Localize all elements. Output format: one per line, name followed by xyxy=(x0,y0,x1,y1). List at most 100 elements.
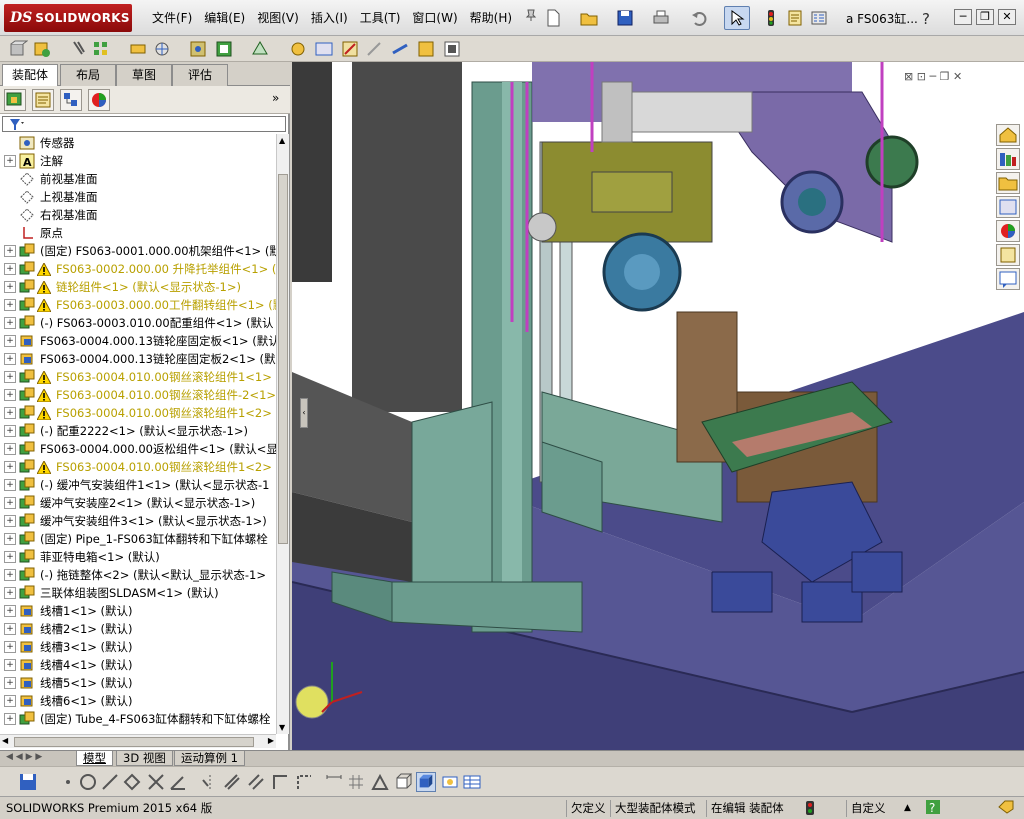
tree-item[interactable]: 原点 xyxy=(0,224,276,242)
mirror-icon[interactable] xyxy=(200,772,220,792)
tab-motion-study[interactable]: 运动算例 1 xyxy=(174,751,245,766)
explode-line-sketch-icon[interactable] xyxy=(340,39,360,59)
view-palette-icon[interactable] xyxy=(996,196,1020,218)
tab-3d-view[interactable]: 3D 视图 xyxy=(116,751,173,766)
units-up-arrow-icon[interactable]: ▲ xyxy=(904,800,911,817)
panel-collapse-handle-icon[interactable]: ‹ xyxy=(300,398,308,428)
expand-plus-icon[interactable]: + xyxy=(4,623,16,635)
expand-plus-icon[interactable]: + xyxy=(4,443,16,455)
tree-item[interactable]: + FS063-0004.010.00钢丝滚轮组件-2<1> (默 xyxy=(0,386,276,404)
options-icon[interactable] xyxy=(806,6,832,30)
tree-item[interactable]: + 线槽4<1> (默认) xyxy=(0,656,276,674)
tree-horizontal-scrollbar[interactable]: ◀ ▶ xyxy=(0,734,276,748)
close-window-icon[interactable]: ✕ xyxy=(998,9,1016,25)
expand-plus-icon[interactable]: + xyxy=(4,155,16,167)
linear-pattern-icon[interactable] xyxy=(92,39,112,59)
reference-geometry-icon[interactable] xyxy=(250,39,270,59)
tree-item[interactable]: + FS063-0004.010.00钢丝滚轮组件1<2> (默 xyxy=(0,404,276,422)
graphics-viewport[interactable]: ‹ xyxy=(292,62,1024,750)
tree-item[interactable]: + FS063-0004.000.13链轮座固定板<1> (默认 xyxy=(0,332,276,350)
expand-plus-icon[interactable]: + xyxy=(4,587,16,599)
menu-window[interactable]: 窗口(W) xyxy=(406,7,463,29)
view-cube-icon[interactable] xyxy=(394,772,414,792)
smart-fasteners-icon[interactable] xyxy=(128,39,148,59)
line-icon[interactable] xyxy=(100,772,120,792)
tree-item[interactable]: + 线槽3<1> (默认) xyxy=(0,638,276,656)
tree-item[interactable]: + FS063-0003.000.00工件翻转组件<1> (默 xyxy=(0,296,276,314)
status-custom-units[interactable]: 自定义 xyxy=(846,800,890,817)
mate-clip-icon[interactable] xyxy=(68,39,88,59)
scroll-down-arrow-icon[interactable]: ▼ xyxy=(279,723,285,732)
expand-plus-icon[interactable]: + xyxy=(4,605,16,617)
custom-properties-icon[interactable] xyxy=(996,244,1020,266)
expand-plus-icon[interactable]: + xyxy=(4,659,16,671)
show-hidden-icon[interactable] xyxy=(188,39,208,59)
tree-item[interactable]: + A 注解 xyxy=(0,152,276,170)
solidworks-resources-icon[interactable] xyxy=(996,124,1020,146)
exploded-view-icon[interactable] xyxy=(314,39,334,59)
tree-item[interactable]: 右视基准面 xyxy=(0,206,276,224)
status-help-icon[interactable]: ? xyxy=(926,800,940,817)
tree-item[interactable]: + 菲亚特电箱<1> (默认) xyxy=(0,548,276,566)
expand-plus-icon[interactable]: + xyxy=(4,281,16,293)
scroll-right-arrow-icon[interactable]: ▶ xyxy=(268,736,274,745)
forum-icon[interactable] xyxy=(996,268,1020,290)
assembly-model-render[interactable] xyxy=(292,62,1024,750)
table-icon[interactable] xyxy=(462,772,482,792)
viewport-minimize-icon[interactable]: ─ xyxy=(929,70,936,83)
design-library-icon[interactable] xyxy=(996,148,1020,170)
undo-icon[interactable] xyxy=(686,6,712,30)
rebuild-status-icon[interactable] xyxy=(804,800,816,817)
tree-item[interactable]: + FS063-0002.000.00 升降托举组件<1> (默 xyxy=(0,260,276,278)
rebuild-traffic-light-icon[interactable] xyxy=(758,6,784,30)
tree-item[interactable]: + 线槽6<1> (默认) xyxy=(0,692,276,710)
tree-item[interactable]: + 三联体组装图SLDASM<1> (默认) xyxy=(0,584,276,602)
expand-plus-icon[interactable]: + xyxy=(4,407,16,419)
tree-item[interactable]: + FS063-0004.000.00返松组件<1> (默认<显示 xyxy=(0,440,276,458)
tag-icon[interactable] xyxy=(998,800,1014,817)
tab-assembly[interactable]: 装配体 xyxy=(2,64,58,87)
tree-item[interactable]: + (-) 拖链整体<2> (默认<默认_显示状态-1> xyxy=(0,566,276,584)
menu-insert[interactable]: 插入(I) xyxy=(305,7,354,29)
viewport-tab-left-icon[interactable]: ⊠ xyxy=(904,70,913,83)
expand-plus-icon[interactable]: + xyxy=(4,515,16,527)
menu-edit[interactable]: 编辑(E) xyxy=(198,7,251,29)
property-manager-icon[interactable] xyxy=(32,89,54,111)
menu-file[interactable]: 文件(F) xyxy=(146,7,198,29)
interference-detection-icon[interactable] xyxy=(364,39,384,59)
expand-plus-icon[interactable]: + xyxy=(4,677,16,689)
tab-nav-arrows-icon[interactable]: ◀ ◀ ▶ ▶ xyxy=(6,752,42,762)
expand-plus-icon[interactable]: + xyxy=(4,317,16,329)
instant3d-icon[interactable] xyxy=(390,39,410,59)
expand-plus-icon[interactable]: + xyxy=(4,299,16,311)
shaded-display-icon[interactable] xyxy=(416,772,436,792)
bill-of-materials-icon[interactable] xyxy=(288,39,308,59)
panel-expand-chevron-icon[interactable]: » xyxy=(272,91,279,105)
circle-icon[interactable] xyxy=(78,772,98,792)
print-icon[interactable] xyxy=(648,6,674,30)
move-component-icon[interactable] xyxy=(152,39,172,59)
tree-item[interactable]: + (-) FS063-0003.010.00配重组件<1> (默认 xyxy=(0,314,276,332)
tree-scroll-thumb[interactable] xyxy=(278,174,288,544)
tree-hscroll-thumb[interactable] xyxy=(14,737,254,747)
dimension-icon[interactable] xyxy=(324,772,344,792)
tree-item[interactable]: 前视基准面 xyxy=(0,170,276,188)
tab-sketch[interactable]: 草图 xyxy=(116,64,172,86)
expand-plus-icon[interactable]: + xyxy=(4,713,16,725)
viewport-restore-icon[interactable]: ❐ xyxy=(940,70,950,83)
point-icon[interactable] xyxy=(58,772,78,792)
parallel-icon[interactable] xyxy=(246,772,266,792)
open-folder-icon[interactable] xyxy=(576,6,602,30)
minimize-window-icon[interactable]: ─ xyxy=(954,9,972,25)
scroll-up-arrow-icon[interactable]: ▲ xyxy=(279,136,285,145)
file-explorer-icon[interactable] xyxy=(996,172,1020,194)
tab-layout[interactable]: 布局 xyxy=(60,64,116,86)
tree-item[interactable]: + 缓冲气安装座2<1> (默认<显示状态-1>) xyxy=(0,494,276,512)
grid-icon[interactable] xyxy=(346,772,366,792)
save-icon[interactable] xyxy=(18,772,38,792)
angle-icon[interactable] xyxy=(168,772,188,792)
tree-item[interactable]: + 线槽5<1> (默认) xyxy=(0,674,276,692)
expand-plus-icon[interactable]: + xyxy=(4,533,16,545)
section-view-icon[interactable] xyxy=(440,772,460,792)
expand-plus-icon[interactable]: + xyxy=(4,263,16,275)
